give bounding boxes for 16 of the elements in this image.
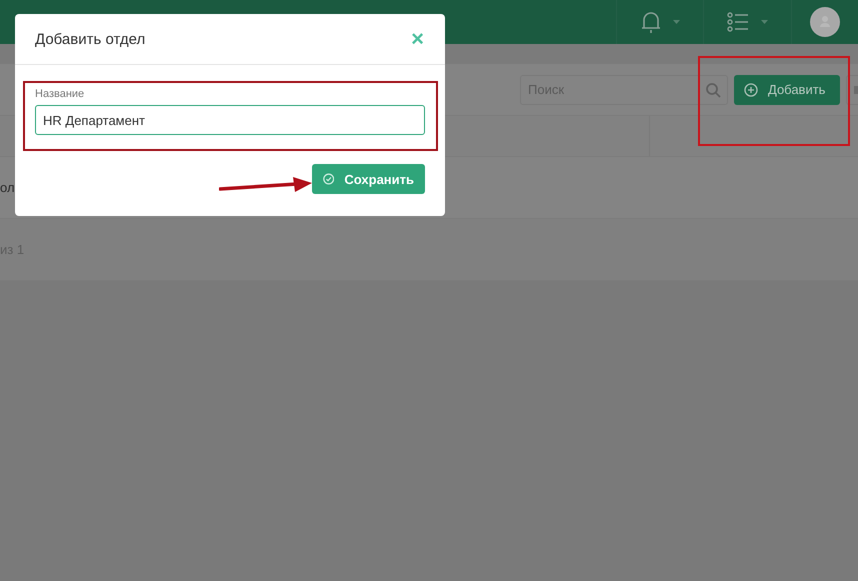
bell-icon[interactable]: [640, 10, 660, 34]
name-field[interactable]: HR Департамент: [35, 105, 425, 135]
avatar-icon[interactable]: [810, 7, 840, 37]
save-button[interactable]: Сохранить: [312, 164, 425, 194]
caret-icon[interactable]: [672, 20, 680, 24]
search-icon: [706, 82, 721, 98]
list-icon[interactable]: [727, 12, 749, 32]
dialog-title: Добавить отдел: [35, 30, 146, 48]
add-button[interactable]: Добавить: [734, 74, 840, 104]
close-button[interactable]: ×: [410, 28, 425, 50]
print-button[interactable]: [846, 74, 858, 104]
caret-icon[interactable]: [761, 20, 768, 24]
plus-circle-icon: [744, 82, 758, 96]
check-circle-icon: [323, 172, 334, 186]
table-cell: ол: [0, 180, 15, 195]
field-label: Название: [35, 88, 86, 100]
